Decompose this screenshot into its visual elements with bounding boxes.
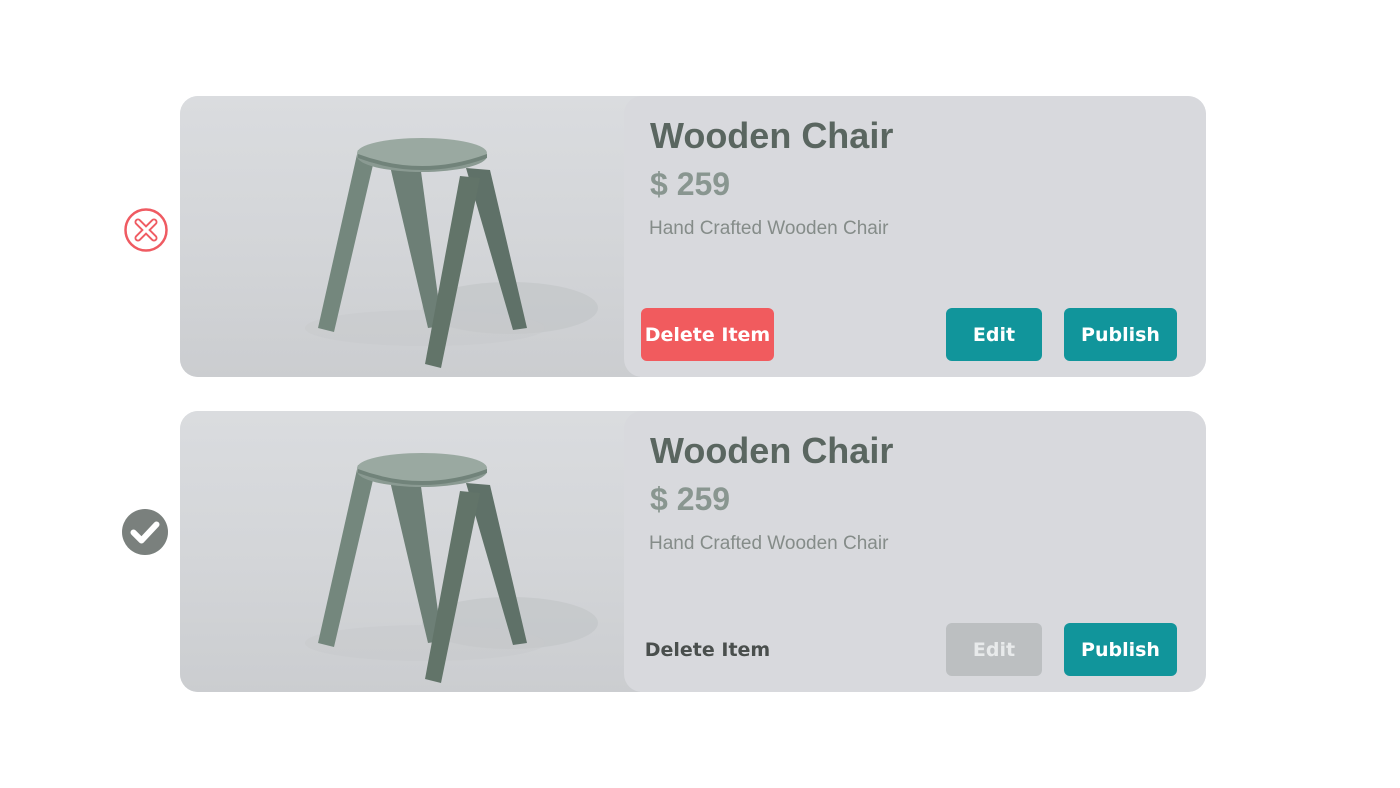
incorrect-example-row: Wooden Chair $ 259 Hand Crafted Wooden C… [0,96,1400,378]
product-image [180,96,640,377]
product-title: Wooden Chair [650,115,894,156]
correct-example-row: Wooden Chair $ 259 Hand Crafted Wooden C… [0,411,1400,693]
product-info-panel: Wooden Chair $ 259 Hand Crafted Wooden C… [624,96,1206,377]
product-card: Wooden Chair $ 259 Hand Crafted Wooden C… [180,96,1206,377]
product-title: Wooden Chair [650,430,894,471]
product-image [180,411,640,692]
x-circle-icon [124,208,168,252]
edit-button[interactable]: Edit [946,308,1042,361]
check-circle-icon [122,509,168,555]
product-price: $ 259 [650,166,731,202]
product-card: Wooden Chair $ 259 Hand Crafted Wooden C… [180,411,1206,692]
product-info-panel: Wooden Chair $ 259 Hand Crafted Wooden C… [624,411,1206,692]
comparison-canvas: Wooden Chair $ 259 Hand Crafted Wooden C… [0,0,1400,788]
product-price: $ 259 [650,481,731,517]
chair-illustration [305,138,598,368]
delete-item-button[interactable]: Delete Item [641,623,774,676]
publish-button[interactable]: Publish [1064,623,1177,676]
delete-item-button[interactable]: Delete Item [641,308,774,361]
product-description: Hand Crafted Wooden Chair [649,218,889,239]
publish-button[interactable]: Publish [1064,308,1177,361]
edit-button[interactable]: Edit [946,623,1042,676]
chair-illustration [305,453,598,683]
product-description: Hand Crafted Wooden Chair [649,533,889,554]
